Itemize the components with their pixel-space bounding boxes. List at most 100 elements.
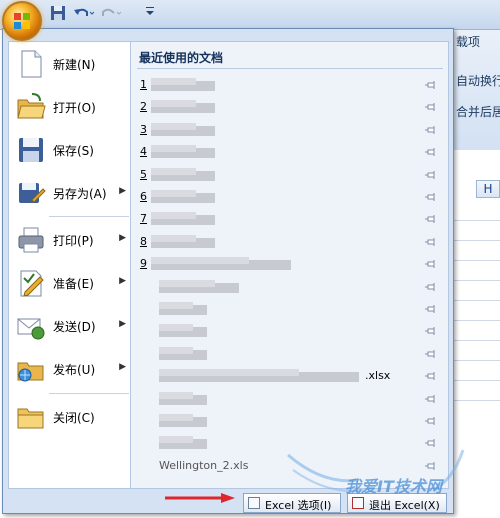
redacted-filename [151, 122, 196, 130]
menu-item-label: 打印(P) [53, 234, 94, 248]
pin-icon[interactable] [425, 394, 437, 404]
excel-options-button[interactable]: Excel 选项(I) [243, 493, 341, 513]
recent-document-item[interactable]: 6 [137, 186, 443, 208]
recent-document-item[interactable] [137, 432, 443, 454]
grid-line [452, 240, 500, 241]
redacted-filename [159, 324, 193, 332]
menu-item-prepare[interactable]: 准备(E) ▶ [9, 263, 132, 303]
undo-icon[interactable] [72, 5, 95, 23]
recent-document-item[interactable]: .xlsx [137, 365, 443, 387]
pin-icon[interactable] [425, 416, 437, 426]
redacted-filename [151, 78, 196, 85]
redacted-filename [151, 190, 196, 197]
redo-icon[interactable] [100, 5, 122, 23]
menu-item-send[interactable]: 发送(D) ▶ [9, 306, 132, 346]
recent-document-item[interactable]: 3 [137, 119, 443, 141]
recent-document-item[interactable] [137, 298, 443, 320]
recent-document-item[interactable]: 5 [137, 164, 443, 186]
pin-icon[interactable] [425, 170, 437, 180]
pin-icon[interactable] [425, 438, 437, 448]
recent-document-item[interactable]: 8 [137, 231, 443, 253]
quick-save-icon[interactable] [50, 5, 66, 23]
recent-document-item[interactable] [137, 410, 443, 432]
menu-divider [49, 216, 129, 217]
office-button[interactable] [2, 1, 42, 41]
pin-icon[interactable] [425, 80, 437, 90]
pin-icon[interactable] [425, 326, 437, 336]
menu-item-save[interactable]: 保存(S) [9, 130, 132, 170]
redacted-filename [159, 302, 193, 309]
menu-divider [49, 393, 129, 394]
ribbon-tab-addins[interactable]: 载项 [456, 33, 480, 50]
grid-line [452, 380, 500, 381]
menu-item-new[interactable]: 新建(N) [9, 44, 132, 84]
submenu-arrow-icon: ▶ [119, 233, 126, 243]
pin-icon[interactable] [425, 102, 437, 112]
options-icon [248, 497, 260, 509]
redacted-filename [151, 167, 196, 175]
close-folder-icon [16, 402, 46, 432]
grid-line [452, 320, 500, 321]
redacted-filename [151, 212, 196, 220]
recent-documents-title: 最近使用的文档 [139, 51, 224, 65]
recent-document-number: 7 [140, 212, 147, 226]
menu-item-label: 打开(O) [53, 101, 96, 115]
grid-line [452, 360, 500, 361]
submenu-arrow-icon: ▶ [119, 319, 126, 329]
pin-icon[interactable] [425, 237, 437, 247]
exit-excel-label: 退出 Excel(X) [369, 499, 440, 512]
wrap-text-button[interactable]: 自动换行 [456, 72, 500, 89]
red-arrow-icon [165, 493, 235, 503]
recent-document-item[interactable]: 2 [137, 96, 443, 118]
customize-toolbar-icon[interactable] [145, 3, 155, 21]
excel-options-label: Excel 选项(I) [265, 499, 332, 512]
menu-item-publish[interactable]: 发布(U) ▶ [9, 349, 132, 389]
pin-icon[interactable] [425, 214, 437, 224]
menu-item-label: 新建(N) [53, 58, 96, 72]
pin-icon[interactable] [425, 282, 437, 292]
menu-item-close[interactable]: 关闭(C) [9, 397, 132, 437]
send-icon [16, 311, 46, 341]
recent-document-item[interactable] [137, 388, 443, 410]
watermark-text: 我爱IT技术网 [345, 477, 442, 496]
merge-center-button[interactable]: 合并后居 [456, 103, 500, 120]
recent-documents-panel: 最近使用的文档 1 2 3 4 5 6 7 8 9 .xlsx Wellington_2.xls [131, 41, 449, 489]
title-bar [0, 0, 500, 30]
menu-item-save-as[interactable]: 另存为(A) ▶ [9, 173, 132, 213]
menu-item-open[interactable]: 打开(O) [9, 87, 132, 127]
pin-icon[interactable] [425, 125, 437, 135]
recent-document-number: 3 [140, 122, 147, 136]
recent-document-name: Wellington_2.xls [159, 458, 249, 472]
save-as-icon [16, 178, 46, 208]
recent-document-item[interactable] [137, 276, 443, 298]
pin-icon[interactable] [425, 147, 437, 157]
recent-document-number: 1 [140, 78, 147, 91]
grid-line [452, 220, 500, 221]
pin-icon[interactable] [425, 371, 437, 381]
grid-line [452, 300, 500, 301]
recent-document-item[interactable]: 9 [137, 253, 443, 275]
worksheet-area[interactable] [452, 150, 500, 518]
recent-document-item[interactable] [137, 320, 443, 342]
recent-document-item[interactable]: 1 [137, 74, 443, 96]
office-menu: 新建(N) 打开(O) 保存(S) 另存为(A) ▶ 打印(P) ▶ 准备(E)… [2, 28, 454, 514]
pin-icon[interactable] [425, 349, 437, 359]
column-header[interactable]: H [476, 180, 500, 198]
recent-document-item[interactable]: 7 [137, 208, 443, 230]
pin-icon[interactable] [425, 192, 437, 202]
grid-line [452, 260, 500, 261]
menu-commands-panel: 新建(N) 打开(O) 保存(S) 另存为(A) ▶ 打印(P) ▶ 准备(E)… [8, 41, 131, 489]
recent-document-number: 4 [140, 145, 147, 159]
redacted-filename [159, 279, 215, 287]
recent-document-item[interactable]: 4 [137, 141, 443, 163]
menu-item-print[interactable]: 打印(P) ▶ [9, 220, 132, 260]
pin-icon[interactable] [425, 259, 437, 269]
pin-icon[interactable] [425, 461, 437, 471]
recent-document-name: .xlsx [365, 369, 391, 383]
recent-document-number: 9 [140, 257, 147, 271]
recent-document-item[interactable] [137, 343, 443, 365]
menu-item-label: 关闭(C) [53, 411, 95, 425]
pin-icon[interactable] [425, 304, 437, 314]
recent-document-number: 5 [140, 167, 147, 181]
recent-title-divider [137, 68, 443, 69]
